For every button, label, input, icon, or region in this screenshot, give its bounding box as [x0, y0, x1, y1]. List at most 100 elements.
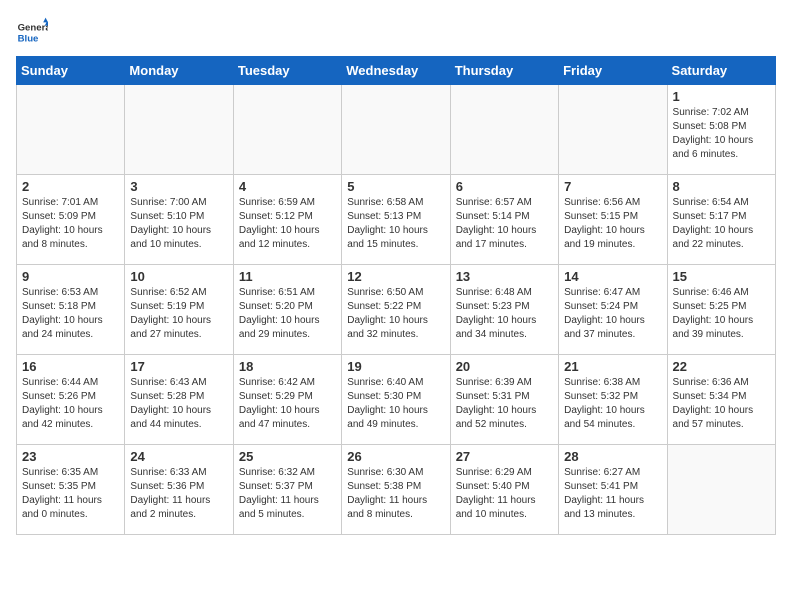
calendar-cell: 16 Sunrise: 6:44 AM Sunset: 5:26 PM Dayli… — [17, 355, 125, 445]
day-number: 27 — [456, 449, 553, 464]
day-number: 12 — [347, 269, 444, 284]
day-number: 21 — [564, 359, 661, 374]
day-number: 3 — [130, 179, 227, 194]
weekday-header: Saturday — [667, 57, 775, 85]
day-number: 17 — [130, 359, 227, 374]
day-info: Sunrise: 7:01 AM Sunset: 5:09 PM Dayligh… — [22, 196, 119, 252]
day-info: Sunrise: 6:39 AM Sunset: 5:31 PM Dayligh… — [456, 376, 553, 432]
calendar-week-row: 16 Sunrise: 6:44 AM Sunset: 5:26 PM Dayli… — [17, 355, 776, 445]
calendar-cell: 18 Sunrise: 6:42 AM Sunset: 5:29 PM Dayli… — [233, 355, 341, 445]
day-info: Sunrise: 6:59 AM Sunset: 5:12 PM Dayligh… — [239, 196, 336, 252]
calendar-cell: 7 Sunrise: 6:56 AM Sunset: 5:15 PM Daylig… — [559, 175, 667, 265]
calendar-cell: 12 Sunrise: 6:50 AM Sunset: 5:22 PM Dayli… — [342, 265, 450, 355]
weekday-header: Friday — [559, 57, 667, 85]
weekday-header: Thursday — [450, 57, 558, 85]
day-info: Sunrise: 6:27 AM Sunset: 5:41 PM Dayligh… — [564, 466, 661, 522]
day-info: Sunrise: 6:46 AM Sunset: 5:25 PM Dayligh… — [673, 286, 770, 342]
calendar-cell — [667, 445, 775, 535]
day-info: Sunrise: 7:02 AM Sunset: 5:08 PM Dayligh… — [673, 106, 770, 162]
calendar-cell: 11 Sunrise: 6:51 AM Sunset: 5:20 PM Dayli… — [233, 265, 341, 355]
day-info: Sunrise: 6:53 AM Sunset: 5:18 PM Dayligh… — [22, 286, 119, 342]
calendar-cell: 2 Sunrise: 7:01 AM Sunset: 5:09 PM Daylig… — [17, 175, 125, 265]
svg-text:General: General — [18, 22, 48, 33]
day-info: Sunrise: 6:54 AM Sunset: 5:17 PM Dayligh… — [673, 196, 770, 252]
weekday-header: Wednesday — [342, 57, 450, 85]
day-info: Sunrise: 6:44 AM Sunset: 5:26 PM Dayligh… — [22, 376, 119, 432]
calendar-week-row: 23Sunrise: 6:35 AM Sunset: 5:35 PM Dayli… — [17, 445, 776, 535]
calendar-cell: 1 Sunrise: 7:02 AM Sunset: 5:08 PM Daylig… — [667, 85, 775, 175]
calendar-cell — [450, 85, 558, 175]
day-number: 2 — [22, 179, 119, 194]
day-number: 22 — [673, 359, 770, 374]
weekday-header: Tuesday — [233, 57, 341, 85]
day-number: 18 — [239, 359, 336, 374]
day-info: Sunrise: 6:57 AM Sunset: 5:14 PM Dayligh… — [456, 196, 553, 252]
day-number: 16 — [22, 359, 119, 374]
page-header: General Blue — [16, 16, 776, 48]
svg-text:Blue: Blue — [18, 34, 39, 45]
calendar-cell: 20 Sunrise: 6:39 AM Sunset: 5:31 PM Dayli… — [450, 355, 558, 445]
day-info: Sunrise: 6:36 AM Sunset: 5:34 PM Dayligh… — [673, 376, 770, 432]
calendar-week-row: 1 Sunrise: 7:02 AM Sunset: 5:08 PM Daylig… — [17, 85, 776, 175]
calendar-cell: 26Sunrise: 6:30 AM Sunset: 5:38 PM Dayli… — [342, 445, 450, 535]
day-info: Sunrise: 6:47 AM Sunset: 5:24 PM Dayligh… — [564, 286, 661, 342]
day-number: 7 — [564, 179, 661, 194]
calendar-cell: 23Sunrise: 6:35 AM Sunset: 5:35 PM Dayli… — [17, 445, 125, 535]
calendar-cell: 10 Sunrise: 6:52 AM Sunset: 5:19 PM Dayli… — [125, 265, 233, 355]
calendar-cell: 3 Sunrise: 7:00 AM Sunset: 5:10 PM Daylig… — [125, 175, 233, 265]
day-number: 10 — [130, 269, 227, 284]
logo: General Blue — [16, 16, 54, 48]
day-info: Sunrise: 6:50 AM Sunset: 5:22 PM Dayligh… — [347, 286, 444, 342]
day-number: 15 — [673, 269, 770, 284]
calendar-week-row: 9 Sunrise: 6:53 AM Sunset: 5:18 PM Daylig… — [17, 265, 776, 355]
calendar-table: SundayMondayTuesdayWednesdayThursdayFrid… — [16, 56, 776, 535]
calendar-cell: 5 Sunrise: 6:58 AM Sunset: 5:13 PM Daylig… — [342, 175, 450, 265]
day-number: 9 — [22, 269, 119, 284]
day-info: Sunrise: 6:29 AM Sunset: 5:40 PM Dayligh… — [456, 466, 553, 522]
day-info: Sunrise: 6:43 AM Sunset: 5:28 PM Dayligh… — [130, 376, 227, 432]
day-info: Sunrise: 6:56 AM Sunset: 5:15 PM Dayligh… — [564, 196, 661, 252]
day-number: 4 — [239, 179, 336, 194]
calendar-cell: 4 Sunrise: 6:59 AM Sunset: 5:12 PM Daylig… — [233, 175, 341, 265]
calendar-cell — [125, 85, 233, 175]
day-number: 11 — [239, 269, 336, 284]
day-number: 24 — [130, 449, 227, 464]
day-number: 13 — [456, 269, 553, 284]
day-number: 1 — [673, 89, 770, 104]
day-info: Sunrise: 6:48 AM Sunset: 5:23 PM Dayligh… — [456, 286, 553, 342]
calendar-cell — [233, 85, 341, 175]
calendar-cell: 21 Sunrise: 6:38 AM Sunset: 5:32 PM Dayli… — [559, 355, 667, 445]
calendar-cell: 27 Sunrise: 6:29 AM Sunset: 5:40 PM Dayli… — [450, 445, 558, 535]
calendar-cell: 14 Sunrise: 6:47 AM Sunset: 5:24 PM Dayli… — [559, 265, 667, 355]
day-info: Sunrise: 6:58 AM Sunset: 5:13 PM Dayligh… — [347, 196, 444, 252]
calendar-cell: 19 Sunrise: 6:40 AM Sunset: 5:30 PM Dayli… — [342, 355, 450, 445]
day-number: 23 — [22, 449, 119, 464]
calendar-cell: 15 Sunrise: 6:46 AM Sunset: 5:25 PM Dayli… — [667, 265, 775, 355]
calendar-cell: 28 Sunrise: 6:27 AM Sunset: 5:41 PM Dayli… — [559, 445, 667, 535]
calendar-cell: 6 Sunrise: 6:57 AM Sunset: 5:14 PM Daylig… — [450, 175, 558, 265]
day-info: Sunrise: 6:51 AM Sunset: 5:20 PM Dayligh… — [239, 286, 336, 342]
day-number: 14 — [564, 269, 661, 284]
calendar-cell: 9 Sunrise: 6:53 AM Sunset: 5:18 PM Daylig… — [17, 265, 125, 355]
day-number: 28 — [564, 449, 661, 464]
day-info: Sunrise: 6:52 AM Sunset: 5:19 PM Dayligh… — [130, 286, 227, 342]
weekday-header: Sunday — [17, 57, 125, 85]
day-number: 25 — [239, 449, 336, 464]
day-number: 20 — [456, 359, 553, 374]
day-info: Sunrise: 7:00 AM Sunset: 5:10 PM Dayligh… — [130, 196, 227, 252]
logo-icon: General Blue — [16, 16, 48, 48]
day-number: 19 — [347, 359, 444, 374]
calendar-cell: 24 Sunrise: 6:33 AM Sunset: 5:36 PM Dayli… — [125, 445, 233, 535]
day-number: 26 — [347, 449, 444, 464]
calendar-cell: 8 Sunrise: 6:54 AM Sunset: 5:17 PM Daylig… — [667, 175, 775, 265]
calendar-cell: 25Sunrise: 6:32 AM Sunset: 5:37 PM Dayli… — [233, 445, 341, 535]
day-info: Sunrise: 6:33 AM Sunset: 5:36 PM Dayligh… — [130, 466, 227, 522]
calendar-cell: 22 Sunrise: 6:36 AM Sunset: 5:34 PM Dayli… — [667, 355, 775, 445]
day-info: Sunrise: 6:38 AM Sunset: 5:32 PM Dayligh… — [564, 376, 661, 432]
calendar-week-row: 2 Sunrise: 7:01 AM Sunset: 5:09 PM Daylig… — [17, 175, 776, 265]
day-info: Sunrise: 6:42 AM Sunset: 5:29 PM Dayligh… — [239, 376, 336, 432]
day-number: 8 — [673, 179, 770, 194]
day-info: Sunrise: 6:40 AM Sunset: 5:30 PM Dayligh… — [347, 376, 444, 432]
day-number: 6 — [456, 179, 553, 194]
day-number: 5 — [347, 179, 444, 194]
